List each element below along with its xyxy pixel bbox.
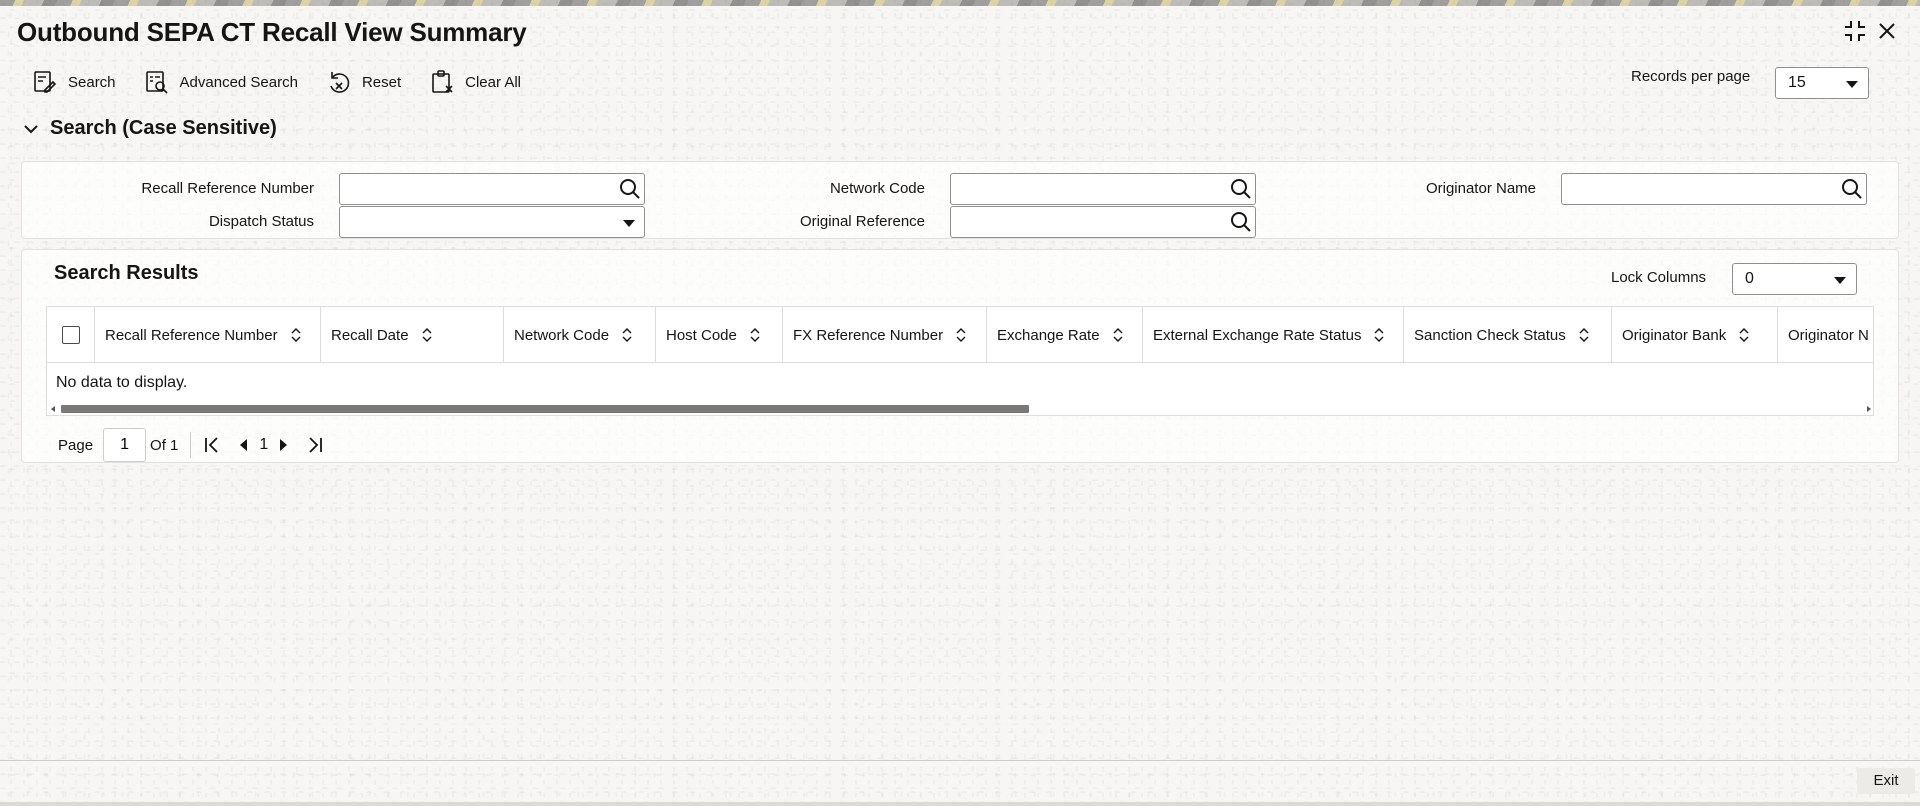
results-title: Search Results (54, 262, 199, 284)
sort-icon (1374, 328, 1384, 342)
pagination: Page Of 1 1 (58, 428, 326, 462)
column-header-network-code[interactable]: Network Code (504, 307, 656, 363)
sort-icon (291, 328, 301, 342)
page-of-label: Of 1 (150, 436, 179, 454)
page-label: Page (58, 436, 94, 454)
column-header-originator-name[interactable]: Originator N (1778, 307, 1873, 363)
search-button[interactable]: Search (32, 69, 116, 95)
records-per-page-value: 15 (1788, 74, 1806, 91)
reset-icon (330, 72, 350, 93)
toolbar: Search Advanced Search Reset Clear All (32, 68, 549, 96)
exit-button[interactable]: Exit (1857, 768, 1915, 794)
search-section-title: Search (Case Sensitive) (50, 117, 277, 139)
sort-icon (1739, 328, 1749, 342)
sort-icon (1113, 328, 1123, 342)
sort-icon (1579, 328, 1589, 342)
current-page-number: 1 (259, 436, 269, 453)
header-banner (0, 0, 1920, 6)
select-all-checkbox[interactable] (61, 326, 80, 344)
advanced-search-button-label: Advanced Search (179, 73, 298, 91)
advanced-search-icon (145, 71, 168, 94)
footer-divider (0, 760, 1920, 761)
column-header-sanction-check-status[interactable]: Sanction Check Status (1404, 307, 1612, 363)
search-icon[interactable] (1229, 177, 1253, 201)
original-reference-input[interactable] (950, 206, 1256, 238)
scroll-right-icon[interactable] (1867, 406, 1871, 412)
column-header-exchange-rate[interactable]: Exchange Rate (987, 307, 1143, 363)
horizontal-scrollbar[interactable] (47, 403, 1873, 415)
recall-reference-number-label: Recall Reference Number (141, 180, 314, 197)
sort-icon (750, 328, 760, 342)
column-header-recall-reference-number[interactable]: Recall Reference Number (95, 307, 321, 363)
lock-columns-label: Lock Columns (1611, 269, 1707, 286)
results-table: Recall Reference Number Recall Date Netw… (46, 306, 1874, 416)
clear-all-button-label: Clear All (465, 73, 521, 91)
advanced-search-button[interactable]: Advanced Search (144, 69, 298, 95)
maximize-icon (1845, 21, 1865, 41)
page-number-input[interactable] (103, 428, 147, 462)
chevron-down-icon (1834, 277, 1846, 284)
records-per-page-label: Records per page (1631, 68, 1751, 85)
next-page-icon[interactable] (272, 434, 294, 456)
pager-divider (190, 432, 192, 458)
bottom-bar (0, 802, 1920, 806)
column-header-external-exchange-rate-status[interactable]: External Exchange Rate Status (1143, 307, 1404, 363)
dispatch-status-select[interactable] (339, 206, 645, 238)
sort-icon (956, 328, 966, 342)
column-header-host-code[interactable]: Host Code (656, 307, 783, 363)
clear-all-button[interactable]: Clear All (429, 69, 521, 95)
sort-icon (422, 328, 432, 342)
column-header-recall-date[interactable]: Recall Date (321, 307, 504, 363)
clipboard-clear-icon (432, 70, 453, 93)
original-reference-label: Original Reference (799, 213, 925, 230)
records-per-page-select[interactable]: 15 (1775, 67, 1869, 99)
previous-page-icon[interactable] (233, 434, 255, 456)
network-code-label: Network Code (829, 180, 925, 197)
dispatch-status-label: Dispatch Status (208, 213, 314, 230)
empty-message: No data to display. (56, 374, 188, 391)
scrollbar-thumb[interactable] (61, 405, 1029, 413)
search-section-toggle[interactable]: Search (Case Sensitive) (22, 117, 277, 140)
search-icon[interactable] (1840, 177, 1864, 201)
reset-button-label: Reset (361, 73, 402, 91)
network-code-input[interactable] (950, 173, 1256, 205)
column-header-originator-bank[interactable]: Originator Bank (1612, 307, 1778, 363)
scroll-left-icon[interactable] (51, 406, 55, 412)
originator-name-input[interactable] (1561, 173, 1867, 205)
page-title: Outbound SEPA CT Recall View Summary (17, 17, 527, 47)
last-page-icon[interactable] (304, 434, 326, 456)
lock-columns-select[interactable]: 0 (1732, 263, 1857, 295)
column-header-fx-reference-number[interactable]: FX Reference Number (783, 307, 987, 363)
close-button[interactable] (1874, 18, 1900, 44)
chevron-down-icon (24, 124, 38, 133)
chevron-down-icon (1846, 81, 1858, 88)
close-icon (1879, 23, 1895, 39)
originator-name-label: Originator Name (1425, 180, 1536, 197)
search-document-icon (34, 71, 57, 93)
select-all-cell (47, 307, 95, 363)
search-button-label: Search (68, 73, 116, 91)
lock-columns-value: 0 (1745, 270, 1754, 287)
chevron-down-icon (623, 220, 635, 227)
sort-icon (622, 328, 632, 342)
search-icon[interactable] (1229, 210, 1253, 234)
reset-button[interactable]: Reset (326, 69, 401, 95)
first-page-icon[interactable] (201, 434, 223, 456)
recall-reference-number-input[interactable] (339, 173, 645, 205)
maximize-button[interactable] (1842, 18, 1868, 44)
search-icon[interactable] (618, 177, 642, 201)
table-header-row: Recall Reference Number Recall Date Netw… (47, 307, 1873, 363)
